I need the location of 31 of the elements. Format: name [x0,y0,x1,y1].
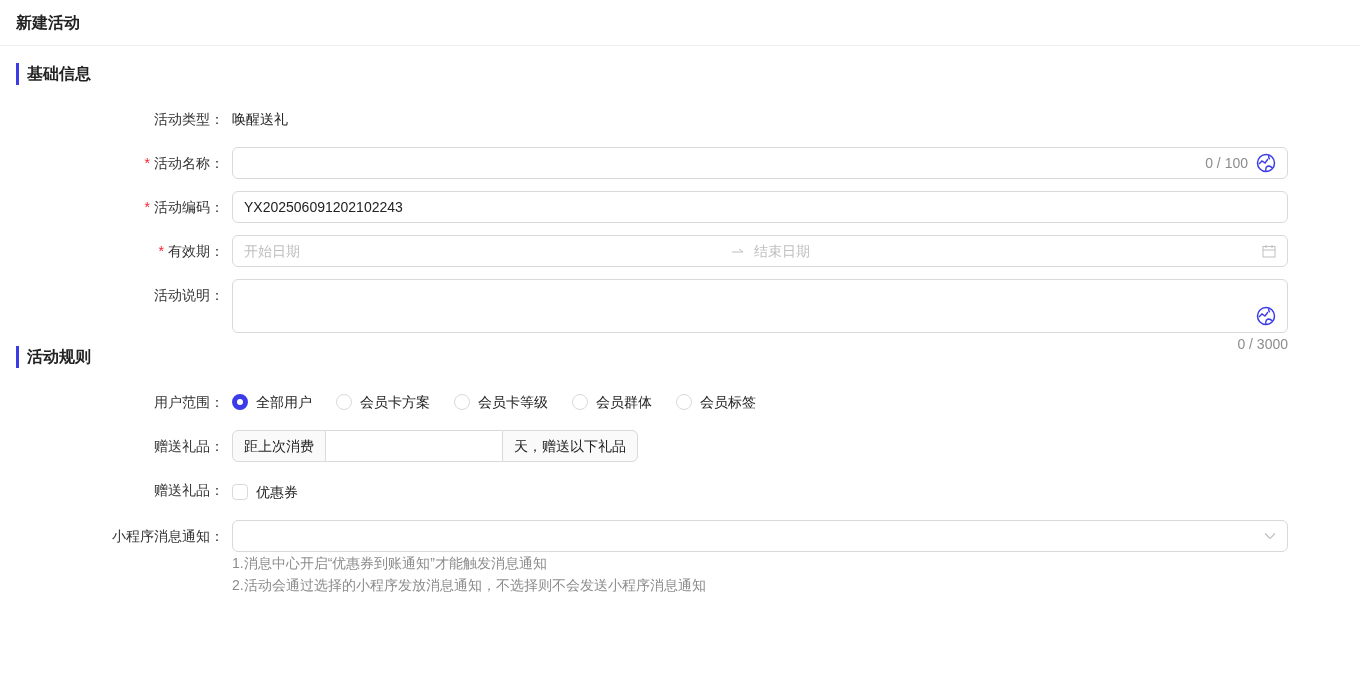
number-input[interactable] [326,430,502,462]
field-label: 活动说明： [153,286,225,305]
text-input[interactable]: 0 / 100 [232,147,1288,179]
select-field[interactable] [232,520,1288,552]
field-label: * 活动编码： [143,198,225,217]
radio-option[interactable]: 会员标签 [676,391,756,413]
addon-label: 距上次消费 [232,430,326,462]
textarea-field[interactable] [232,279,1288,333]
checkbox-option[interactable]: 优惠券 [232,481,298,503]
calendar-icon [1262,244,1276,258]
hint-text: 2.活动会通过选择的小程序发放消息通知，不选择则不会发送小程序消息通知 [232,576,707,595]
radio-option[interactable]: 会员群体 [572,391,652,413]
field-label: 赠送礼品： [153,481,225,500]
radio-option[interactable]: 会员卡等级 [454,391,548,413]
field-label: 活动类型： [153,110,225,129]
radio-option[interactable]: 全部用户 [232,391,312,413]
field-label: 小程序消息通知： [111,527,225,546]
section-title: 基础信息 [16,63,1288,85]
globe-icon[interactable] [1256,306,1276,326]
radio-option[interactable]: 会员卡方案 [336,391,430,413]
field-label: 用户范围： [153,393,225,412]
field-label: * 活动名称： [143,154,225,173]
field-label: * 有效期： [157,242,225,261]
field-value: 唤醒送礼 [232,110,289,129]
field-label: 赠送礼品： [153,437,225,456]
page-title: 新建活动 [0,0,1360,46]
text-input[interactable]: YX202506091202102243 [232,191,1288,223]
addon-label: 天，赠送以下礼品 [502,430,638,462]
chevron-down-icon [1264,532,1276,540]
hint-text: 1.消息中心开启“优惠券到账通知”才能触发消息通知 [232,554,548,573]
globe-icon[interactable] [1256,153,1276,173]
